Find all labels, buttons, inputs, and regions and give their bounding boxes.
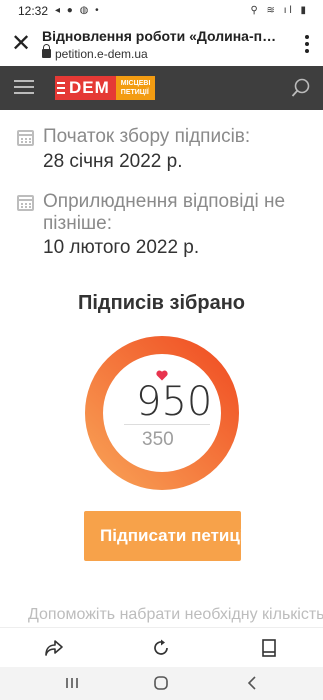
status-bar: 12:32 ◂ ● ◍ • ⚲ ≋ ıl ▮ <box>0 0 323 24</box>
status-time: 12:32 <box>18 4 49 18</box>
logo-sub-line1: МІСЦЕВІ <box>120 80 151 87</box>
signatures-goal: 350 <box>142 429 174 450</box>
close-icon[interactable]: ✕ <box>8 32 34 58</box>
menu-icon[interactable] <box>14 80 34 95</box>
sign-petition-button[interactable]: Підписати петицію <box>84 511 241 561</box>
logo-subtitle: МІСЦЕВІ ПЕТИЦІЇ <box>115 76 156 100</box>
bookmark-icon[interactable] <box>259 638 279 658</box>
page-title: Відновлення роботи «Долина-парк» <box>42 28 282 44</box>
browser-toolbar: ✕ Відновлення роботи «Долина-парк» petit… <box>0 24 323 66</box>
share-icon[interactable] <box>44 638 64 658</box>
reload-icon[interactable] <box>151 638 171 658</box>
logo-main: DEM <box>55 76 116 100</box>
notification-icons: ◂ ● ◍ • <box>55 5 101 16</box>
site-logo[interactable]: DEM МІСЦЕВІ ПЕТИЦІЇ <box>55 76 156 100</box>
count-divider <box>124 424 210 425</box>
lock-icon <box>42 44 51 58</box>
browser-bottom-bar <box>0 627 323 667</box>
system-status-icons: ⚲ ≋ ıl ▮ <box>250 5 309 16</box>
calendar-icon <box>17 195 34 211</box>
start-date-value: 28 січня 2022 р. <box>43 151 183 172</box>
signatures-title: Підписів зібрано <box>77 292 246 314</box>
logo-sub-line2: ПЕТИЦІЇ <box>120 89 149 96</box>
system-nav-bar <box>0 667 323 700</box>
response-date-label: Оприлюднення відповіді не пізніше: <box>43 191 286 234</box>
calendar-icon <box>17 130 34 146</box>
site-header: DEM МІСЦЕВІ ПЕТИЦІЇ <box>0 66 323 110</box>
more-vertical-icon[interactable] <box>301 34 313 54</box>
signatures-count: 950 <box>136 379 213 425</box>
back-icon[interactable] <box>242 674 262 692</box>
page-url-row: petition.e-dem.ua <box>42 44 148 61</box>
start-date-label: Початок збору підписів: <box>43 126 251 147</box>
page-url: petition.e-dem.ua <box>55 47 148 61</box>
recents-icon[interactable] <box>62 674 82 692</box>
help-text: Допоможіть набрати необхідну кількість п… <box>28 606 323 623</box>
search-icon[interactable] <box>291 78 311 98</box>
response-date-value: 10 лютого 2022 р. <box>43 237 200 258</box>
home-icon[interactable] <box>151 674 171 692</box>
